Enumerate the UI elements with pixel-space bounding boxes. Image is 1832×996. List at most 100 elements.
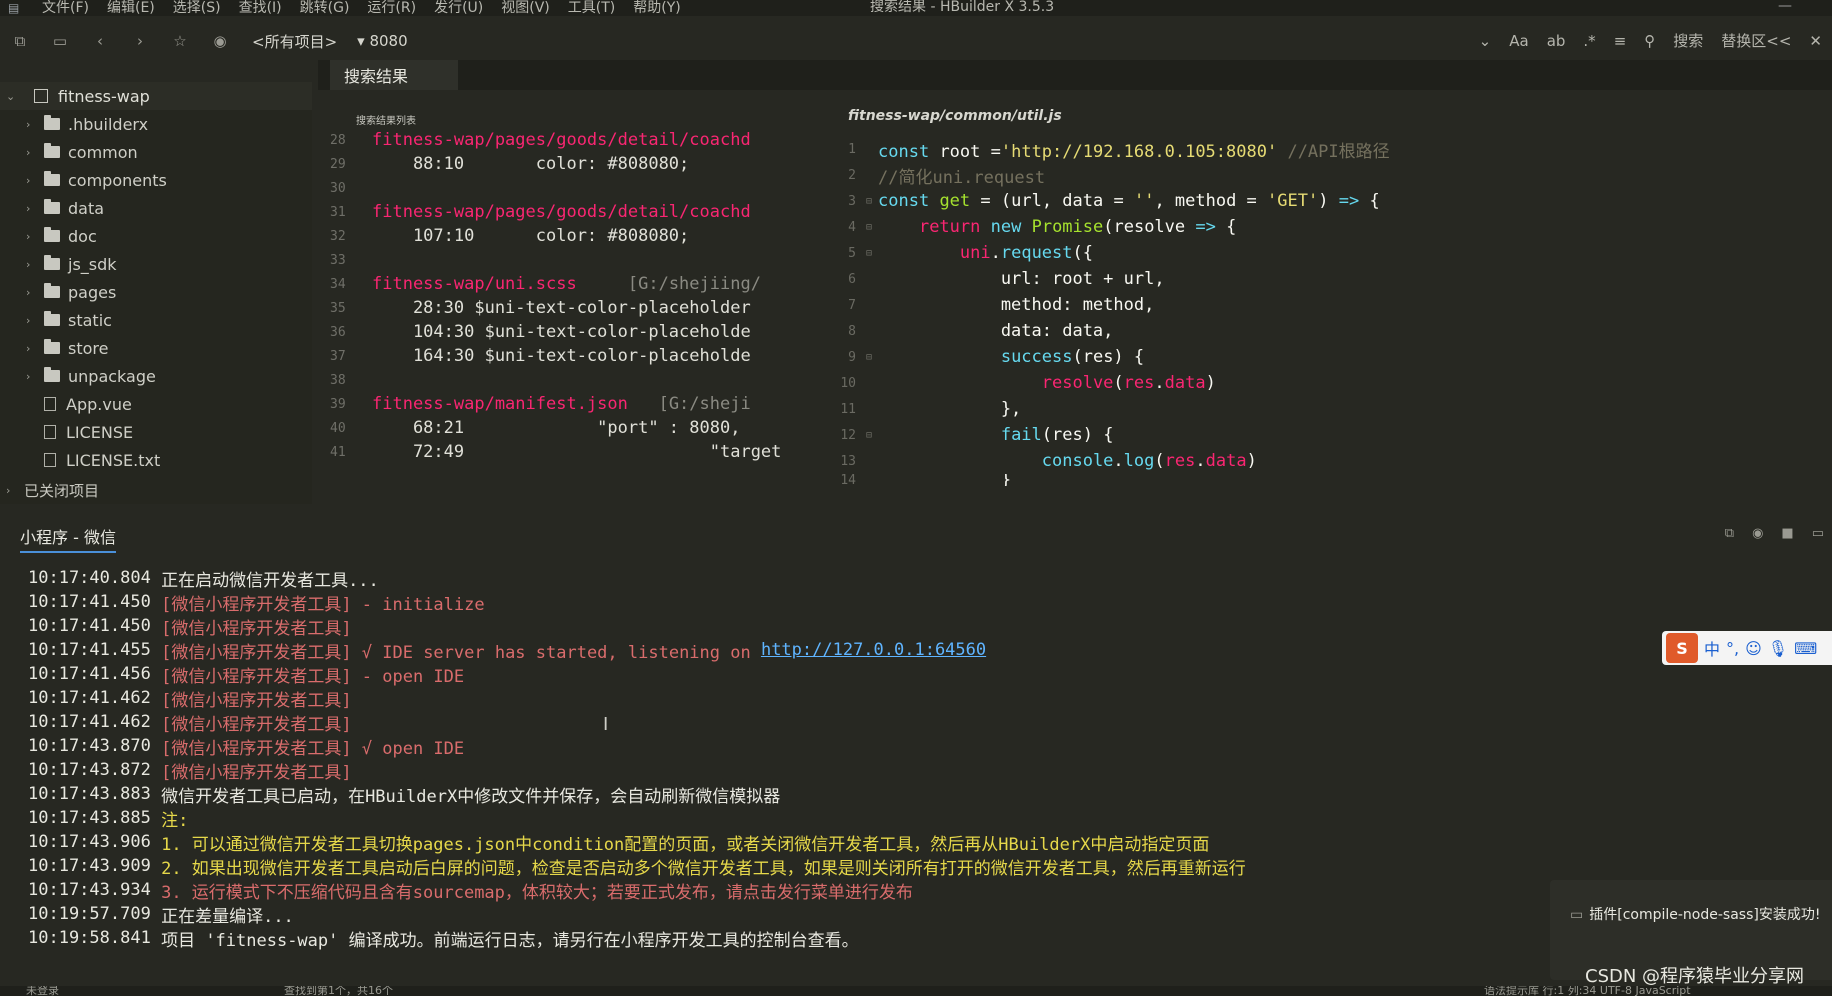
project-root-label: fitness-wap <box>58 86 150 106</box>
search-result-line[interactable]: 30 <box>330 176 804 200</box>
line-number: 29 <box>330 156 346 172</box>
mic-icon[interactable]: 🎙 <box>1768 639 1788 658</box>
sidebar-item-hbuilderx[interactable]: › .hbuilderx <box>0 110 312 138</box>
file-icon <box>44 397 56 411</box>
sidebar-item-pages[interactable]: › pages <box>0 278 312 306</box>
ime-mode[interactable]: 中 <box>1704 636 1720 660</box>
line-number: 28 <box>330 132 346 148</box>
code-editor[interactable]: fitness-wap/common/util.js 1 const root =… <box>820 100 1832 504</box>
menu-goto[interactable]: 跳转(G) <box>300 1 350 15</box>
menu-select[interactable]: 选择(S) <box>173 1 221 15</box>
menu-publish[interactable]: 发行(U) <box>434 1 483 15</box>
search-result-line[interactable]: 31 fitness-wap/pages/goods/detail/coachd <box>330 200 804 224</box>
close-icon[interactable]: ✕ <box>1809 32 1822 50</box>
open-external-icon[interactable]: ⧉ <box>1725 526 1734 541</box>
back-icon[interactable]: ‹ <box>80 32 120 50</box>
search-result-line[interactable]: 41 72:49 "target <box>330 440 804 464</box>
search-result-line[interactable]: 36 104:30 $uni-text-color-placeholde <box>330 320 804 344</box>
sidebar-item-unpackage[interactable]: › unpackage <box>0 362 312 390</box>
minimize-icon[interactable]: — <box>1778 0 1792 14</box>
menu-help[interactable]: 帮助(Y) <box>633 1 680 15</box>
sidebar-item-static[interactable]: › static <box>0 306 312 334</box>
search-result-line[interactable]: 39 fitness-wap/manifest.json [G:/sheji <box>330 392 804 416</box>
run-icon[interactable]: ◉ <box>200 32 240 50</box>
log-message: [微信小程序开发者工具] √ open IDE <box>161 738 465 759</box>
new-file-icon[interactable]: ⧉ <box>0 32 40 50</box>
editor-tabs-bar <box>318 60 1832 90</box>
sidebar-item-license-txt[interactable]: LICENSE.txt <box>0 446 312 474</box>
menu-file[interactable]: 文件(F) <box>42 1 89 15</box>
keyboard-icon[interactable]: ⌨ <box>1794 639 1817 658</box>
regex-icon[interactable]: .* <box>1583 32 1595 50</box>
result-file-path: fitness-wap/pages/goods/detail/coachd <box>372 202 751 222</box>
star-icon[interactable]: ☆ <box>160 32 200 50</box>
ime-toolbar[interactable]: S 中 °, ☺ 🎙 ⌨ <box>1662 631 1832 665</box>
search-result-line[interactable]: 32 107:10 color: #808080; <box>330 224 804 248</box>
editor-file-path: fitness-wap/common/util.js <box>848 108 1062 124</box>
console-line: 10:17:43.906 1. 可以通过微信开发者工具切换pages.json中… <box>28 830 1568 855</box>
sidebar-item-license[interactable]: LICENSE <box>0 418 312 446</box>
chevron-right-icon: › <box>26 313 31 327</box>
chevron-down-icon: ⌄ <box>6 89 16 103</box>
menu-find[interactable]: 查找(I) <box>239 1 282 15</box>
search-result-line[interactable]: 38 <box>330 368 804 392</box>
line-number: 35 <box>330 300 346 316</box>
login-status[interactable]: 未登录 <box>26 986 59 996</box>
sidebar-item-common[interactable]: › common <box>0 138 312 166</box>
sidebar-item-label: unpackage <box>68 366 156 386</box>
sidebar-item-data[interactable]: › data <box>0 194 312 222</box>
maximize-icon[interactable]: ▭ <box>1812 526 1824 541</box>
search-result-line[interactable]: 28 fitness-wap/pages/goods/detail/coachd <box>330 128 804 152</box>
tab-search-results[interactable]: 搜索结果 <box>330 60 458 90</box>
tab-console-wechat[interactable]: 小程序 - 微信 <box>20 524 116 553</box>
project-selector[interactable]: <所有项目> <box>252 31 337 52</box>
match-case-button[interactable]: Aa <box>1509 32 1528 50</box>
code-line: 1 const root ='http://192.168.0.105:8080'… <box>848 141 1390 162</box>
search-result-line[interactable]: 35 28:30 $uni-text-color-placeholder <box>330 296 804 320</box>
log-link[interactable]: http://127.0.0.1:64560 <box>761 640 986 660</box>
closed-projects[interactable]: › 已关闭项目 <box>0 476 99 504</box>
search-result-line[interactable]: 29 88:10 color: #808080; <box>330 152 804 176</box>
search-button[interactable]: 搜索 <box>1673 30 1703 51</box>
code-line: 10 resolve(res.data) <box>840 373 1216 393</box>
search-input[interactable]: ▾ 8080 <box>357 32 408 50</box>
search-result-line[interactable]: 40 68:21 "port" : 8080, <box>330 416 804 440</box>
log-message: [微信小程序开发者工具] <box>161 618 352 639</box>
sidebar-item-js-sdk[interactable]: › js_sdk <box>0 250 312 278</box>
watermark: CSDN @程序猿毕业分享网 <box>1585 966 1805 987</box>
ime-punct[interactable]: °, <box>1726 639 1739 658</box>
folder-icon <box>44 171 60 186</box>
search-result-line[interactable]: 34 fitness-wap/uni.scss [G:/shejiing/ <box>330 272 804 296</box>
sidebar-item-label: static <box>68 310 112 330</box>
log-message: 注: <box>161 810 189 831</box>
restart-icon[interactable]: ◉ <box>1752 526 1763 541</box>
menu-tools[interactable]: 工具(T) <box>568 1 615 15</box>
align-icon[interactable]: ≡ <box>1614 32 1627 50</box>
project-root[interactable]: ⌄ fitness-wap <box>0 82 312 110</box>
chevron-down-icon[interactable]: ⌄ <box>1479 32 1492 50</box>
sidebar-item-store[interactable]: › store <box>0 334 312 362</box>
forward-icon[interactable]: › <box>120 32 160 50</box>
menu-view[interactable]: 视图(V) <box>501 1 550 15</box>
menu-edit[interactable]: 编辑(E) <box>107 1 155 15</box>
sidebar-item-app-vue[interactable]: App.vue <box>0 390 312 418</box>
whole-word-icon[interactable]: ab <box>1547 32 1566 50</box>
search-result-line[interactable]: 37 164:30 $uni-text-color-placeholde <box>330 344 804 368</box>
result-file-location: [G:/sheji <box>627 394 751 414</box>
console-actions: ⧉ ◉ ■ ▭ <box>1725 526 1824 541</box>
sidebar-item-components[interactable]: › components <box>0 166 312 194</box>
emoji-icon[interactable]: ☺ <box>1745 639 1762 658</box>
fold-icon: ⊟ <box>866 351 873 363</box>
toast-text: 插件[compile-node-sass]安装成功! <box>1589 907 1821 923</box>
filter-icon[interactable]: ⚲ <box>1644 32 1655 50</box>
search-result-line[interactable]: 33 <box>330 248 804 272</box>
sidebar-item-doc[interactable]: › doc <box>0 222 312 250</box>
save-icon[interactable]: ▭ <box>40 32 80 50</box>
log-timestamp: 10:19:58.841 <box>28 928 151 948</box>
menu-run[interactable]: 运行(R) <box>367 1 416 15</box>
replace-toggle-button[interactable]: 替换区<< <box>1721 30 1791 51</box>
result-file-location: [G:/shejiing/ <box>576 274 761 294</box>
log-timestamp: 10:17:40.804 <box>28 568 151 588</box>
stop-icon[interactable]: ■ <box>1781 526 1793 541</box>
code-line: 2//简化uni.request <box>848 167 1046 188</box>
